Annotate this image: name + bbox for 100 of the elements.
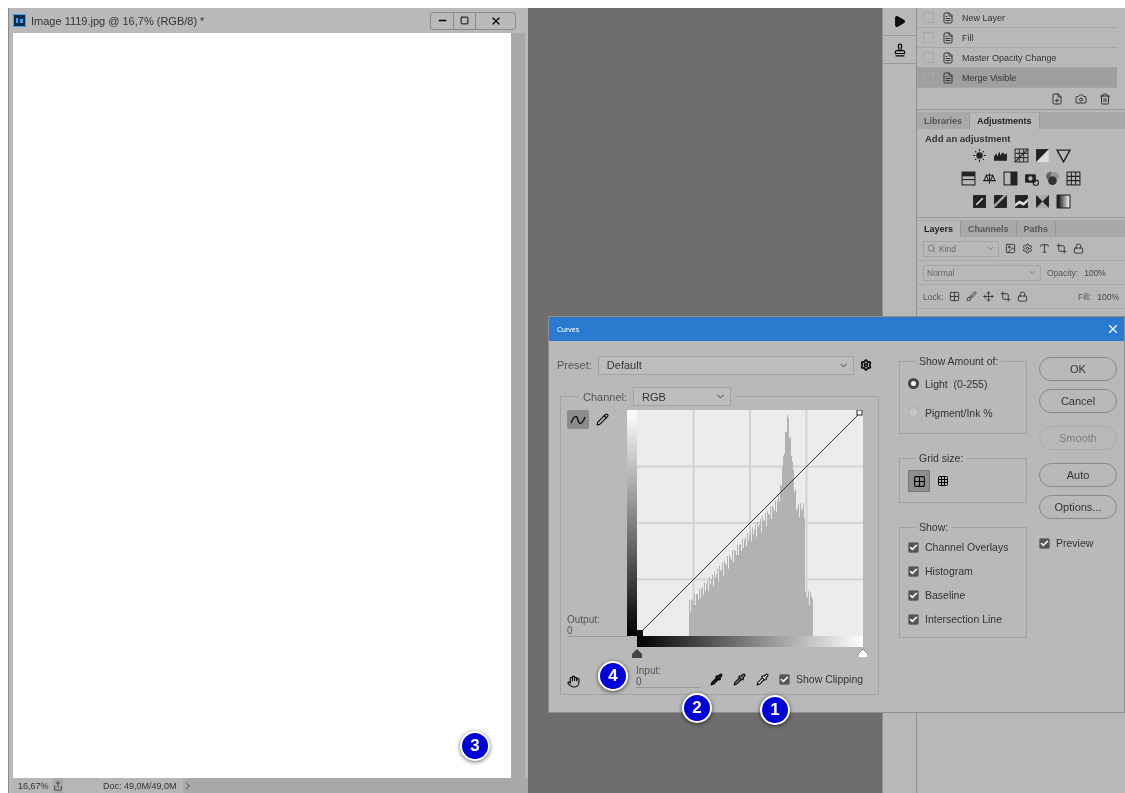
- blend-mode-value: Normal: [927, 267, 955, 278]
- document-icon: [942, 11, 954, 24]
- dialog-button[interactable]: Auto: [1039, 463, 1117, 487]
- history-label: Master Opacity Change: [962, 52, 1057, 63]
- checkbox[interactable]: [908, 613, 919, 625]
- preset-dropdown[interactable]: Default: [597, 355, 854, 375]
- dialog-button[interactable]: Cancel: [1039, 389, 1117, 413]
- adjustment-icon[interactable]: [1013, 148, 1029, 163]
- search-icon: [927, 244, 936, 253]
- history-label: Fill: [962, 32, 974, 43]
- type-icon[interactable]: [1039, 243, 1050, 254]
- channel-label: Channel:: [583, 390, 628, 403]
- checkbox[interactable]: [908, 589, 919, 601]
- share-icon[interactable]: [53, 780, 63, 791]
- input-label: Input:: [636, 665, 663, 676]
- chevron-down-icon: [1028, 268, 1037, 277]
- opacity-label: Opacity:: [1047, 267, 1079, 278]
- stamp-icon[interactable]: [892, 42, 907, 57]
- image-icon[interactable]: [1005, 243, 1016, 254]
- panel-tab[interactable]: Adjustments: [970, 113, 1040, 129]
- history-item[interactable]: Merge Visible: [917, 68, 1117, 88]
- adjustment-icon[interactable]: [971, 148, 987, 163]
- zoom-level: 16,67%: [13, 778, 53, 793]
- lock-label: Lock:: [923, 291, 944, 302]
- panel-tab[interactable]: Layers: [917, 221, 962, 237]
- fill-value[interactable]: 100%: [1097, 291, 1119, 302]
- group-title: Show:: [918, 521, 950, 533]
- gear-icon[interactable]: [859, 359, 872, 371]
- crop-icon[interactable]: [1056, 243, 1067, 254]
- slider-handle[interactable]: [858, 649, 868, 658]
- group-title: Grid size:: [918, 452, 965, 464]
- filter-value: Kind: [939, 243, 956, 254]
- curve-tool[interactable]: [567, 410, 589, 429]
- dialog-button[interactable]: OK: [1039, 357, 1117, 381]
- camera-icon[interactable]: [1075, 92, 1087, 105]
- channel-value: RGB: [642, 390, 666, 403]
- hand-adjust-icon[interactable]: [567, 675, 580, 688]
- slider-handle[interactable]: [632, 649, 642, 658]
- adjustment-icon[interactable]: [1055, 148, 1071, 163]
- fine-grid-icon: [937, 475, 949, 487]
- fill-label: Fill:: [1078, 291, 1092, 302]
- preset-label: Preset:: [557, 359, 592, 371]
- app-logo-icon: [13, 14, 26, 27]
- checkbox-label: Baseline: [925, 589, 966, 601]
- play-icon[interactable]: [893, 15, 906, 28]
- grid-icon: [912, 474, 926, 488]
- simple-grid-button[interactable]: [908, 470, 930, 492]
- lock-icon[interactable]: [1073, 243, 1084, 254]
- radio-label: Light (0-255): [925, 377, 988, 390]
- move-icon[interactable]: [983, 291, 995, 302]
- adjustment-icon[interactable]: [971, 194, 987, 209]
- show-clipping-checkbox[interactable]: [779, 673, 790, 685]
- scrollbar[interactable]: [511, 33, 525, 778]
- preview-checkbox[interactable]: [1039, 537, 1050, 549]
- eyedropper-icon[interactable]: [756, 673, 769, 686]
- adjustment-icon[interactable]: [992, 194, 1008, 209]
- dialog-button[interactable]: Options...: [1039, 495, 1117, 519]
- maximize-icon[interactable]: [460, 16, 469, 25]
- group-title: Show Amount of:: [918, 355, 1000, 367]
- checkbox-label: Show Clipping: [796, 673, 864, 685]
- checkbox[interactable]: [908, 565, 919, 577]
- document-title: Image 1119.jpg @ 16,7% (RGB/8) *: [31, 14, 206, 27]
- channel-dropdown[interactable]: RGB: [633, 387, 732, 406]
- checkbox-label: Histogram: [925, 565, 973, 577]
- output-label: Output:: [567, 614, 601, 625]
- adjustment-icon[interactable]: [1066, 171, 1081, 186]
- adjustment-icon[interactable]: [1003, 171, 1018, 186]
- history-label: Merge Visible: [962, 72, 1017, 83]
- adjustment-icon[interactable]: [982, 171, 997, 186]
- document-icon: [942, 71, 954, 84]
- preset-value: Default: [606, 359, 642, 371]
- adjustment-icon[interactable]: [1013, 194, 1029, 209]
- panel-heading: Add an adjustment: [924, 132, 1012, 146]
- eyedropper-icon[interactable]: [733, 673, 746, 686]
- chevron-right-icon[interactable]: [183, 780, 193, 791]
- radio-button[interactable]: [908, 407, 919, 418]
- output-value[interactable]: 0: [567, 625, 627, 636]
- adjustment-icon[interactable]: [1045, 171, 1060, 186]
- history-label: New Layer: [962, 12, 1006, 23]
- checkbox[interactable]: [908, 541, 919, 553]
- opacity-value[interactable]: 100%: [1084, 267, 1106, 278]
- checkbox-label: Intersection Line: [925, 613, 1003, 625]
- adjustment-icon[interactable]: [1055, 194, 1071, 209]
- checkbox-label: Channel Overlays: [925, 541, 1009, 553]
- radio-button[interactable]: [908, 378, 919, 389]
- lock-icon[interactable]: [1017, 291, 1029, 302]
- brush-icon[interactable]: [966, 291, 978, 302]
- radio-label: Pigment/Ink %: [925, 406, 993, 419]
- chevron-down-icon: [986, 244, 995, 253]
- trash-icon[interactable]: [1099, 92, 1111, 105]
- adjustment-icon[interactable]: [1024, 171, 1039, 186]
- eyedropper-icon[interactable]: [710, 673, 723, 686]
- adjustment-icon[interactable]: [1034, 148, 1050, 163]
- new-document-icon[interactable]: [1051, 92, 1063, 105]
- adjustment-icon[interactable]: [1034, 194, 1050, 209]
- document-icon: [942, 51, 954, 64]
- input-value[interactable]: 0: [636, 676, 700, 687]
- crop-icon[interactable]: [1000, 291, 1012, 302]
- checkbox-label: Preview: [1056, 537, 1094, 549]
- adjustment-icon[interactable]: [961, 171, 976, 186]
